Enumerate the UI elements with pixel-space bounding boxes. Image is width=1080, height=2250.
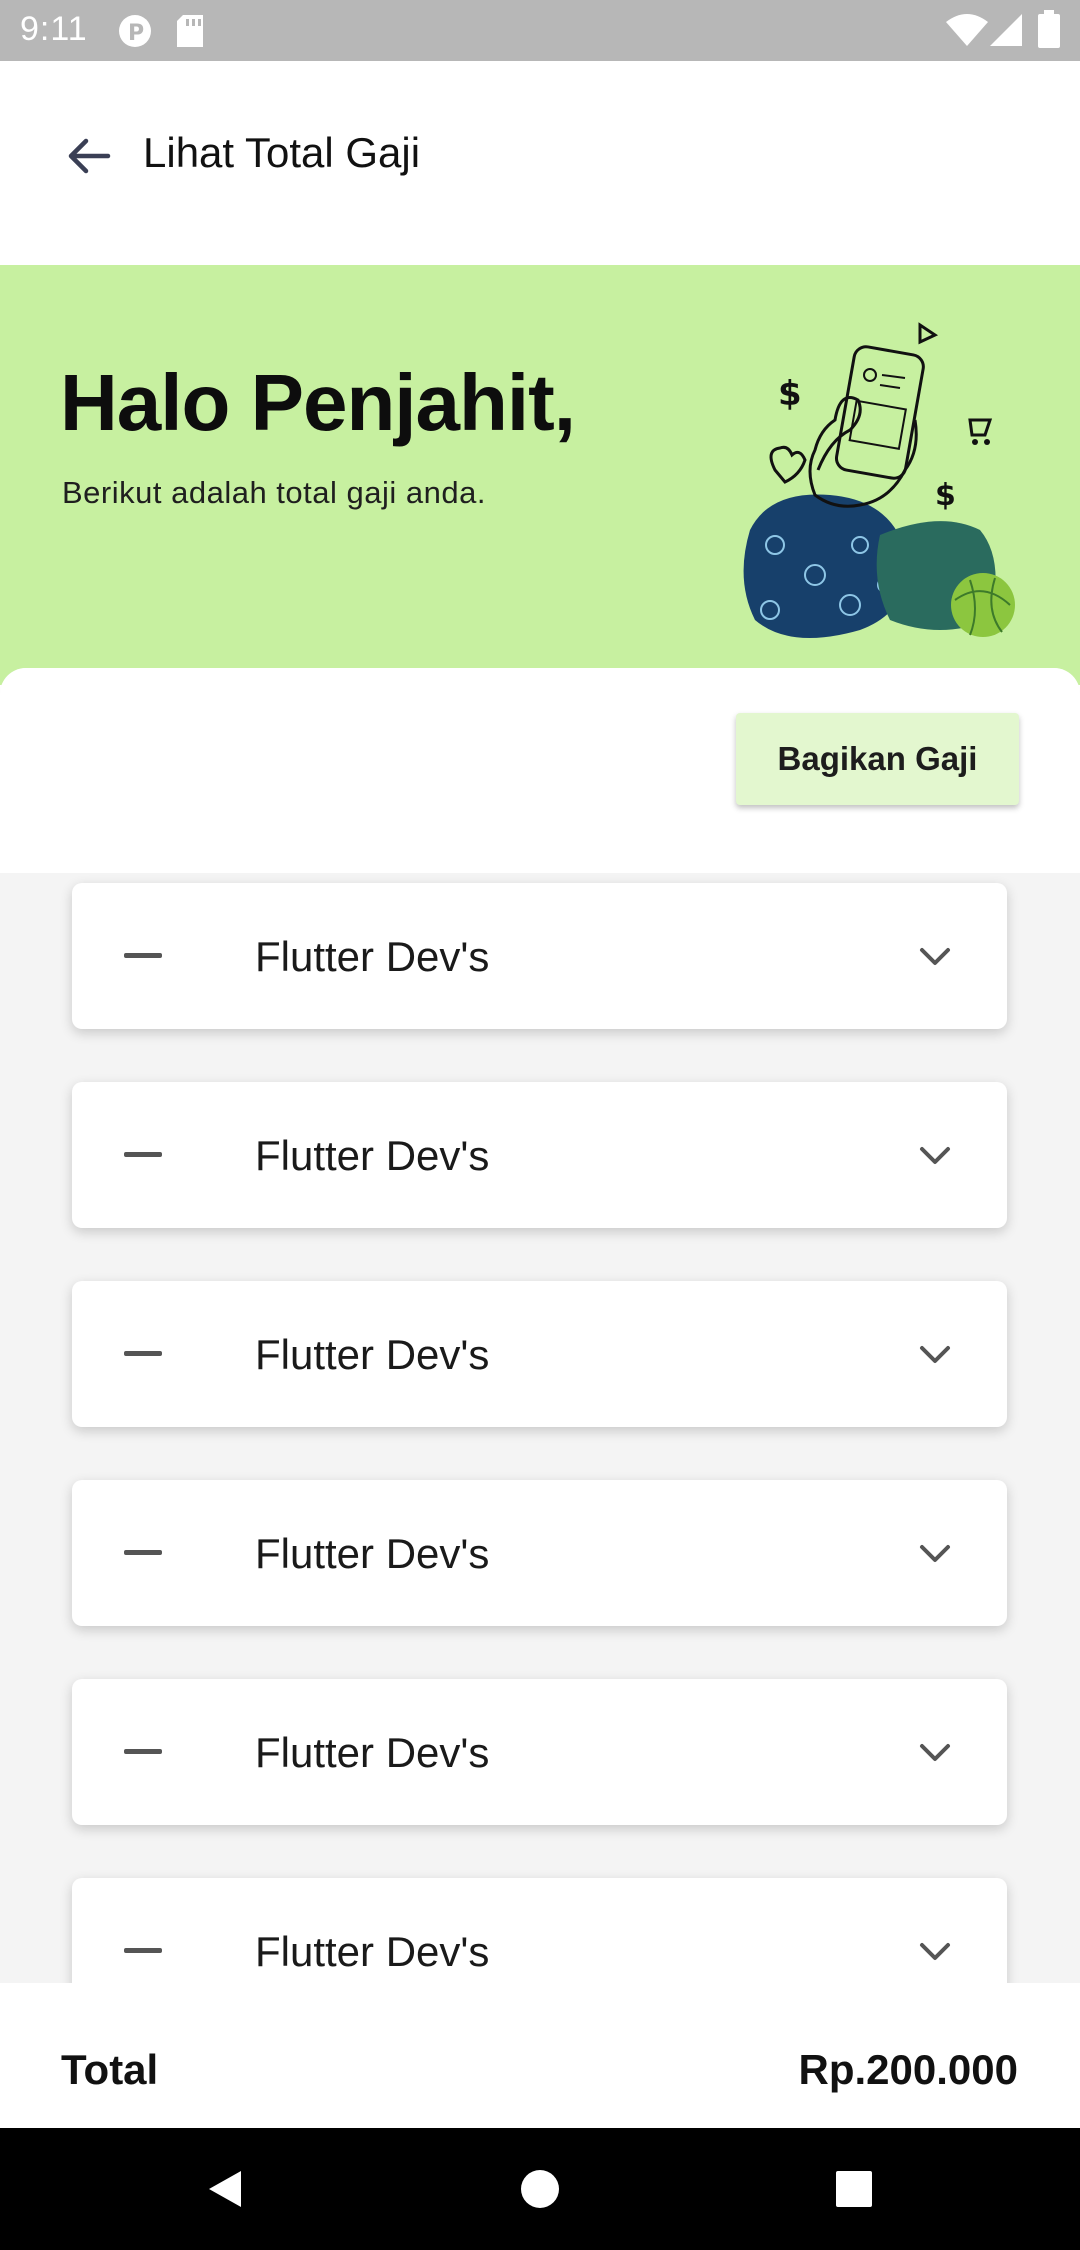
sheet-header: Bagikan Gaji <box>0 668 1080 873</box>
recents-square-icon[interactable] <box>834 2168 874 2210</box>
minus-icon[interactable] <box>124 1152 162 1157</box>
total-bar: Total Rp.200.000 <box>0 2010 1080 2128</box>
home-circle-icon[interactable] <box>520 2168 560 2210</box>
signal-icon <box>990 14 1022 46</box>
minus-icon[interactable] <box>124 1948 162 1953</box>
svg-text:$: $ <box>935 478 956 513</box>
chevron-down-icon[interactable] <box>918 1339 952 1369</box>
minus-icon[interactable] <box>124 1749 162 1754</box>
total-label: Total <box>61 2046 159 2093</box>
total-value: Rp.200.000 <box>798 2046 1018 2093</box>
list-item-label: Flutter Dev's <box>255 1928 490 1975</box>
chevron-down-icon[interactable] <box>918 1737 952 1767</box>
list-item-label: Flutter Dev's <box>255 1530 490 1577</box>
minus-icon[interactable] <box>124 1550 162 1555</box>
svg-text:$: $ <box>778 374 802 414</box>
app-bar: Lihat Total Gaji <box>0 61 1080 265</box>
arrow-left-icon[interactable] <box>64 131 114 181</box>
page-title: Lihat Total Gaji <box>143 129 421 176</box>
svg-text:P: P <box>128 21 144 46</box>
chevron-down-icon[interactable] <box>918 1936 952 1966</box>
list-item-label: Flutter Dev's <box>255 1132 490 1179</box>
salary-list-sheet: Bagikan Gaji Flutter Dev's Flutter Dev's… <box>0 668 1080 1983</box>
list-item-label: Flutter Dev's <box>255 1729 490 1776</box>
list-item[interactable]: Flutter Dev's <box>72 1082 1007 1228</box>
chevron-down-icon[interactable] <box>918 941 952 971</box>
greeting-title: Halo Penjahit, <box>60 358 576 447</box>
status-time: 9:11 <box>20 10 88 48</box>
hand-holding-phone-money-illustration: $ $ <box>743 322 1015 638</box>
wifi-icon <box>946 14 988 46</box>
battery-icon <box>1038 10 1060 48</box>
share-salary-button[interactable]: Bagikan Gaji <box>736 713 1019 805</box>
back-triangle-icon[interactable] <box>205 2168 245 2210</box>
system-nav-bar <box>0 2128 1080 2250</box>
minus-icon[interactable] <box>124 1351 162 1356</box>
greeting-banner: Halo Penjahit, Berikut adalah total gaji… <box>0 265 1080 685</box>
chevron-down-icon[interactable] <box>918 1140 952 1170</box>
list-item[interactable]: Flutter Dev's <box>72 1679 1007 1825</box>
greeting-subtitle: Berikut adalah total gaji anda. <box>62 475 486 510</box>
list-item-label: Flutter Dev's <box>255 933 490 980</box>
list-item[interactable]: Flutter Dev's <box>72 1878 1007 1983</box>
status-bar: 9:11 P <box>0 0 1080 61</box>
minus-icon[interactable] <box>124 953 162 958</box>
sd-card-icon <box>177 15 203 47</box>
chevron-down-icon[interactable] <box>918 1538 952 1568</box>
list-item[interactable]: Flutter Dev's <box>72 883 1007 1029</box>
p-badge-icon: P <box>119 15 151 47</box>
list-item[interactable]: Flutter Dev's <box>72 1281 1007 1427</box>
list-item-label: Flutter Dev's <box>255 1331 490 1378</box>
list-item[interactable]: Flutter Dev's <box>72 1480 1007 1626</box>
